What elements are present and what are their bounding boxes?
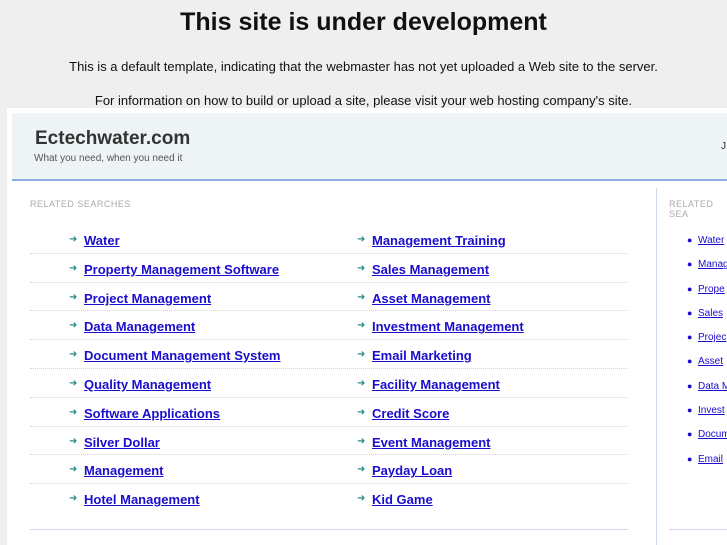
arrow-icon: ➜ [69,349,78,361]
arrow-icon: ➜ [69,493,78,505]
related-link[interactable]: Property Management Software [84,262,279,277]
list-item: ● Sales [669,305,727,329]
list-item: ● Email [669,451,727,475]
arrow-icon: ➜ [357,435,366,447]
arrow-icon: ➜ [69,291,78,303]
site-tagline: What you need, when you need it [34,153,183,164]
arrow-icon: ➜ [357,349,366,361]
arrow-icon: ➜ [357,291,366,303]
related-link[interactable]: Credit Score [372,406,449,421]
table-row: ➜ Hotel Management ➜ Kid Game [30,484,628,513]
list-item: ● Manag [669,256,727,280]
sidebar-link[interactable]: Prope [698,284,725,295]
arrow-icon: ➜ [69,406,78,418]
related-link[interactable]: Project Management [84,291,211,306]
table-row: ➜ Data Management ➜ Investment Management [30,311,628,341]
arrow-icon: ➜ [69,464,78,476]
divider [669,529,727,530]
bullet-icon: ● [687,259,693,270]
list-item: ● Asset [669,353,727,377]
sidebar-link[interactable]: Email [698,454,723,465]
related-link[interactable]: Silver Dollar [84,435,160,450]
related-link[interactable]: Software Applications [84,406,220,421]
related-link[interactable]: Email Marketing [372,348,472,363]
table-row: ➜ Project Management ➜ Asset Management [30,283,628,312]
sidebar-heading: RELATED SEA [669,199,714,219]
bullet-icon: ● [687,453,693,464]
table-row: ➜ Document Management System ➜ Email Market… [30,340,628,369]
related-link[interactable]: Asset Management [372,291,490,306]
sidebar-link[interactable]: Water [698,235,724,246]
sidebar-link[interactable]: Data M [698,381,727,392]
sidebar-link[interactable]: Sales [698,308,723,319]
list-item: ● Water [669,232,727,256]
sidebar-list: ● Water ● Manag ● Prope ● Sales ● Projec ● Asset ● Da… [669,232,727,475]
table-row: ➜ Property Management Software ➜ Sales Mana… [30,254,628,283]
related-link[interactable]: Management Training [372,233,506,248]
sidebar-link[interactable]: Projec [698,332,726,343]
related-searches-list: ➜ Water ➜ Management Training ➜ Property Mana… [30,225,628,513]
arrow-icon: ➜ [357,262,366,274]
table-row: ➜ Software Applications ➜ Credit Score [30,398,628,427]
notice-title: This site is under development [180,8,547,36]
list-item: ● Invest [669,402,727,426]
arrow-icon: ➜ [357,377,366,389]
arrow-icon: ➜ [357,234,366,245]
arrow-icon: ➜ [69,234,78,245]
table-row: ➜ Quality Management ➜ Facility Management [30,369,628,398]
related-link[interactable]: Quality Management [84,377,211,392]
parked-page-frame: Ectechwater.com What you need, when you … [7,108,727,545]
related-link[interactable]: Facility Management [372,377,500,392]
bullet-icon: ● [687,405,693,416]
related-link[interactable]: Document Management System [84,348,281,363]
list-item: ● Data M [669,378,727,402]
list-item: ● Prope [669,281,727,305]
bullet-icon: ● [687,235,693,245]
notice-line-2: For information on how to build or uploa… [94,93,633,108]
table-row: ➜ Management ➜ Payday Loan [30,455,628,485]
bullet-icon: ● [687,283,693,294]
related-link[interactable]: Payday Loan [372,463,452,478]
bullet-icon: ● [687,429,693,440]
arrow-icon: ➜ [357,406,366,418]
sidebar-link[interactable]: Manag [698,259,727,270]
header-right-fragment: J [721,141,726,152]
site-title: Ectechwater.com [35,128,191,149]
related-searches-heading: RELATED SEARCHES [30,199,131,209]
related-link[interactable]: Data Management [84,319,195,334]
column-divider [656,188,657,545]
arrow-icon: ➜ [357,464,366,476]
arrow-icon: ➜ [357,320,366,332]
list-item: ● Docum [669,426,727,450]
related-link[interactable]: Kid Game [372,492,433,507]
related-link[interactable]: Management [84,463,163,478]
table-row: ➜ Silver Dollar ➜ Event Management [30,427,628,456]
sidebar-link[interactable]: Docum [698,429,727,440]
arrow-icon: ➜ [357,493,366,505]
bullet-icon: ● [687,356,693,367]
bullet-icon: ● [687,332,693,343]
sidebar-link[interactable]: Asset [698,356,723,367]
arrow-icon: ➜ [69,262,78,274]
bullet-icon: ● [687,307,693,318]
related-link[interactable]: Investment Management [372,319,524,334]
arrow-icon: ➜ [69,320,78,332]
related-link[interactable]: Water [84,233,120,248]
divider [30,529,628,530]
table-row: ➜ Water ➜ Management Training [30,225,628,254]
bullet-icon: ● [687,380,693,391]
site-header: Ectechwater.com What you need, when you … [12,113,727,181]
notice-line-1: This is a default template, indicating t… [69,59,658,74]
arrow-icon: ➜ [69,435,78,447]
list-item: ● Projec [669,329,727,353]
sidebar-link[interactable]: Invest [698,405,725,416]
arrow-icon: ➜ [69,377,78,389]
related-link[interactable]: Event Management [372,435,490,450]
related-link[interactable]: Sales Management [372,262,489,277]
related-link[interactable]: Hotel Management [84,492,200,507]
